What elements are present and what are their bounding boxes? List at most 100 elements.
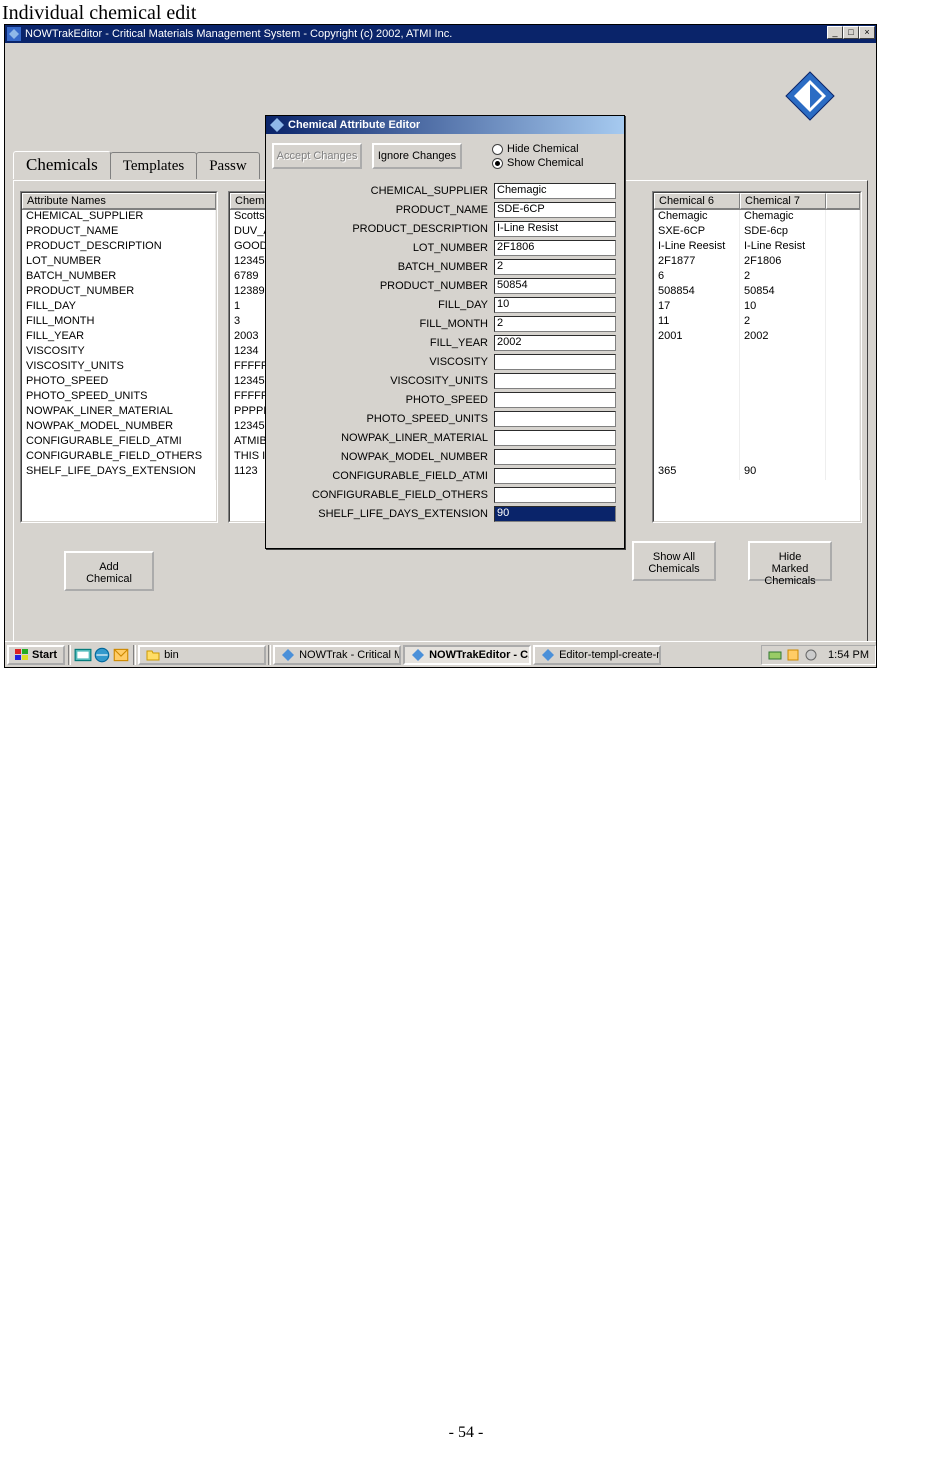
main-title-text: NOWTrakEditor - Critical Materials Manag… bbox=[25, 28, 452, 40]
tab-chemicals[interactable]: Chemicals bbox=[13, 151, 111, 179]
field-input[interactable]: 2 bbox=[494, 316, 616, 332]
list-item[interactable] bbox=[654, 375, 860, 390]
maximize-button[interactable]: □ bbox=[843, 26, 859, 39]
list-item[interactable]: SHELF_LIFE_DAYS_EXTENSION bbox=[22, 465, 216, 480]
list-item[interactable]: FILL_MONTH bbox=[22, 315, 216, 330]
tab-templates[interactable]: Templates bbox=[110, 152, 197, 179]
ignore-changes-button[interactable]: Ignore Changes bbox=[372, 143, 462, 169]
list-item[interactable]: 2F18772F1806 bbox=[654, 255, 860, 270]
list-item[interactable]: CONFIGURABLE_FIELD_ATMI bbox=[22, 435, 216, 450]
field-input[interactable] bbox=[494, 468, 616, 484]
field-label: LOT_NUMBER bbox=[270, 242, 494, 254]
list-item[interactable] bbox=[654, 345, 860, 360]
field-input[interactable] bbox=[494, 449, 616, 465]
list-item[interactable]: 112 bbox=[654, 315, 860, 330]
taskbar-item-label: bin bbox=[164, 649, 179, 661]
list-item[interactable] bbox=[654, 405, 860, 420]
list-item[interactable]: 50885450854 bbox=[654, 285, 860, 300]
ie-icon[interactable] bbox=[93, 646, 111, 664]
start-label: Start bbox=[32, 649, 57, 661]
list-item[interactable]: I-Line ReesistI-Line Resist bbox=[654, 240, 860, 255]
taskbar-item-bin[interactable]: bin bbox=[138, 645, 266, 665]
list-item[interactable] bbox=[654, 360, 860, 375]
show-chemical-radio[interactable]: Show Chemical bbox=[492, 156, 583, 170]
show-desktop-icon[interactable] bbox=[74, 646, 92, 664]
field-label: PHOTO_SPEED bbox=[270, 394, 494, 406]
outlook-icon[interactable] bbox=[112, 646, 130, 664]
list-item[interactable] bbox=[654, 390, 860, 405]
hide-chemical-radio[interactable]: Hide Chemical bbox=[492, 142, 583, 156]
app-icon bbox=[541, 648, 555, 662]
field-input[interactable] bbox=[494, 487, 616, 503]
list-item[interactable]: BATCH_NUMBER bbox=[22, 270, 216, 285]
tray-icon[interactable] bbox=[804, 648, 818, 662]
taskbar-item[interactable]: NOWTrak - Critical M... bbox=[273, 645, 401, 665]
hide-marked-chemicals-button[interactable]: Hide Marked Chemicals bbox=[748, 541, 832, 581]
taskbar-item[interactable]: Editor-templ-create-n... bbox=[533, 645, 661, 665]
tray-icon[interactable] bbox=[768, 648, 782, 662]
field-input[interactable] bbox=[494, 411, 616, 427]
field-input[interactable] bbox=[494, 392, 616, 408]
list-item[interactable]: VISCOSITY bbox=[22, 345, 216, 360]
list-item[interactable] bbox=[654, 420, 860, 435]
field-input[interactable] bbox=[494, 354, 616, 370]
field-label: FILL_YEAR bbox=[270, 337, 494, 349]
list-item[interactable]: CONFIGURABLE_FIELD_OTHERS bbox=[22, 450, 216, 465]
field-input[interactable]: 2 bbox=[494, 259, 616, 275]
field-input[interactable]: Chemagic bbox=[494, 183, 616, 199]
folder-icon bbox=[146, 648, 160, 662]
field-input[interactable]: 2002 bbox=[494, 335, 616, 351]
list-item[interactable]: ChemagicChemagic bbox=[654, 210, 860, 225]
list-item[interactable]: SXE-6CPSDE-6cp bbox=[654, 225, 860, 240]
field-input[interactable] bbox=[494, 430, 616, 446]
list-item[interactable]: CHEMICAL_SUPPLIER bbox=[22, 210, 216, 225]
list-item[interactable]: 1710 bbox=[654, 300, 860, 315]
list-item[interactable]: NOWPAK_LINER_MATERIAL bbox=[22, 405, 216, 420]
figure-caption: Individual chemical edit bbox=[0, 0, 932, 27]
field-label: PRODUCT_NAME bbox=[270, 204, 494, 216]
field-label: CHEMICAL_SUPPLIER bbox=[270, 185, 494, 197]
list-item[interactable]: 36590 bbox=[654, 465, 860, 480]
attribute-names-list[interactable]: Attribute Names CHEMICAL_SUPPLIERPRODUCT… bbox=[20, 191, 218, 523]
start-button[interactable]: Start bbox=[7, 645, 65, 665]
field-label: BATCH_NUMBER bbox=[270, 261, 494, 273]
taskbar-item[interactable]: NOWTrakEditor - C... bbox=[403, 645, 531, 665]
list-item[interactable]: PRODUCT_NAME bbox=[22, 225, 216, 240]
list-item[interactable]: 62 bbox=[654, 270, 860, 285]
field-label: VISCOSITY_UNITS bbox=[270, 375, 494, 387]
list-item[interactable]: NOWPAK_MODEL_NUMBER bbox=[22, 420, 216, 435]
show-all-chemicals-button[interactable]: Show All Chemicals bbox=[632, 541, 716, 581]
field-input[interactable] bbox=[494, 373, 616, 389]
add-chemical-button[interactable]: Add Chemical bbox=[64, 551, 154, 591]
list-item[interactable]: LOT_NUMBER bbox=[22, 255, 216, 270]
tray-icon[interactable] bbox=[786, 648, 800, 662]
list-item[interactable]: PRODUCT_NUMBER bbox=[22, 285, 216, 300]
field-input[interactable]: 90 bbox=[494, 506, 616, 522]
field-input[interactable]: 50854 bbox=[494, 278, 616, 294]
form-row: VISCOSITY bbox=[270, 353, 620, 371]
clock: 1:54 PM bbox=[828, 649, 869, 661]
list-item[interactable]: PHOTO_SPEED bbox=[22, 375, 216, 390]
editor-dialog: Chemical Attribute Editor Accept Changes… bbox=[265, 115, 625, 549]
tab-passwords[interactable]: Passw bbox=[196, 152, 260, 179]
list-item[interactable]: PHOTO_SPEED_UNITS bbox=[22, 390, 216, 405]
field-input[interactable]: 10 bbox=[494, 297, 616, 313]
minimize-button[interactable]: _ bbox=[827, 26, 843, 39]
close-button[interactable]: × bbox=[859, 26, 875, 39]
list-item[interactable]: FILL_DAY bbox=[22, 300, 216, 315]
radio-icon bbox=[492, 144, 503, 155]
accept-changes-button[interactable]: Accept Changes bbox=[272, 143, 362, 169]
windows-flag-icon bbox=[15, 649, 29, 661]
list-item[interactable]: VISCOSITY_UNITS bbox=[22, 360, 216, 375]
field-input[interactable]: I-Line Resist bbox=[494, 221, 616, 237]
field-input[interactable]: 2F1806 bbox=[494, 240, 616, 256]
list-item[interactable]: 20012002 bbox=[654, 330, 860, 345]
list-item[interactable]: FILL_YEAR bbox=[22, 330, 216, 345]
field-input[interactable]: SDE-6CP bbox=[494, 202, 616, 218]
list-item[interactable]: PRODUCT_DESCRIPTION bbox=[22, 240, 216, 255]
show-chemical-label: Show Chemical bbox=[507, 157, 583, 169]
chemical67-list[interactable]: Chemical 6 Chemical 7 ChemagicChemagicSX… bbox=[652, 191, 862, 523]
form-row: NOWPAK_MODEL_NUMBER bbox=[270, 448, 620, 466]
list-item[interactable] bbox=[654, 450, 860, 465]
list-item[interactable] bbox=[654, 435, 860, 450]
